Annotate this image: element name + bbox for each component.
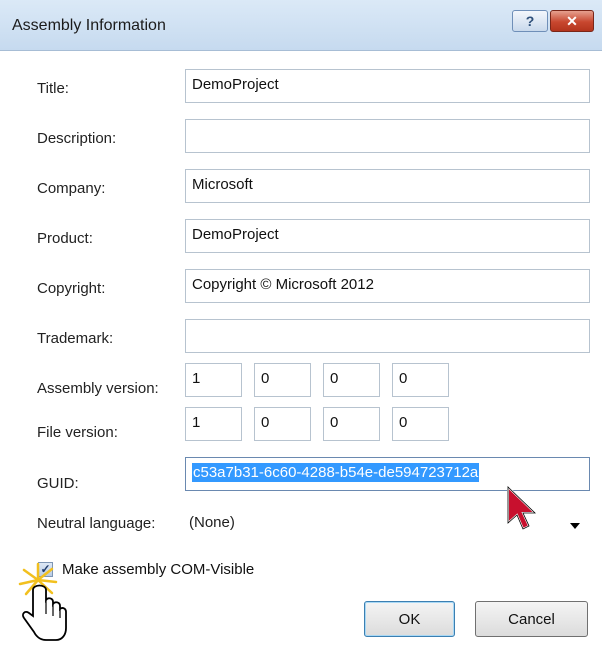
assembly-version-minor-value: 0 [261, 370, 270, 387]
guid-selected-text: c53a7b31-6c60-4288-b54e-de594723712a [192, 463, 480, 482]
help-button[interactable]: ? [512, 10, 548, 32]
copyright-field[interactable]: Copyright © Microsoft 2012 [185, 269, 590, 303]
assembly-version-major[interactable]: 1 [185, 363, 242, 397]
file-version-revision-value: 0 [399, 414, 408, 431]
title-bar: Assembly Information ? ✕ [0, 0, 602, 51]
ok-button[interactable]: OK [364, 601, 455, 637]
help-icon: ? [525, 13, 535, 29]
company-field[interactable]: Microsoft [185, 169, 590, 203]
title-value: DemoProject [192, 76, 279, 93]
dialog-body: Title: DemoProject Description: Company:… [0, 51, 602, 657]
product-label: Product: [37, 230, 93, 247]
neutral-language-value: (None) [189, 514, 235, 531]
assembly-version-minor[interactable]: 0 [254, 363, 311, 397]
assembly-version-build[interactable]: 0 [323, 363, 380, 397]
company-label: Company: [37, 180, 106, 197]
product-value: DemoProject [192, 226, 279, 243]
assembly-version-label: Assembly version: [37, 380, 159, 397]
file-version-revision[interactable]: 0 [392, 407, 449, 441]
ok-button-label: OK [398, 610, 421, 628]
hand-cursor-icon [18, 562, 67, 641]
guid-label: GUID: [37, 475, 79, 492]
dropdown-arrow-icon[interactable] [570, 523, 580, 529]
file-version-label: File version: [37, 424, 118, 441]
copyright-value: Copyright © Microsoft 2012 [192, 276, 374, 293]
neutral-language-label: Neutral language: [37, 515, 156, 532]
assembly-version-build-value: 0 [330, 370, 339, 387]
title-label: Title: [37, 80, 69, 97]
description-label: Description: [37, 130, 117, 147]
cancel-button-label: Cancel [508, 610, 555, 628]
arrow-cursor-icon [507, 485, 538, 531]
file-version-build-value: 0 [330, 414, 339, 431]
file-version-build[interactable]: 0 [323, 407, 380, 441]
com-visible-label[interactable]: Make assembly COM-Visible [62, 561, 254, 578]
assembly-version-revision[interactable]: 0 [392, 363, 449, 397]
description-field[interactable] [185, 119, 590, 153]
title-field[interactable]: DemoProject [185, 69, 590, 103]
file-version-minor[interactable]: 0 [254, 407, 311, 441]
file-version-major[interactable]: 1 [185, 407, 242, 441]
product-field[interactable]: DemoProject [185, 219, 590, 253]
trademark-label: Trademark: [37, 330, 114, 347]
window-title: Assembly Information [12, 17, 166, 34]
close-icon: ✕ [566, 12, 578, 29]
close-button[interactable]: ✕ [550, 10, 594, 32]
file-version-major-value: 1 [192, 414, 201, 431]
file-version-minor-value: 0 [261, 414, 270, 431]
copyright-label: Copyright: [37, 280, 106, 297]
assembly-version-major-value: 1 [192, 370, 201, 387]
assembly-version-revision-value: 0 [399, 370, 408, 387]
company-value: Microsoft [192, 176, 253, 193]
trademark-field[interactable] [185, 319, 590, 353]
cancel-button[interactable]: Cancel [475, 601, 588, 637]
